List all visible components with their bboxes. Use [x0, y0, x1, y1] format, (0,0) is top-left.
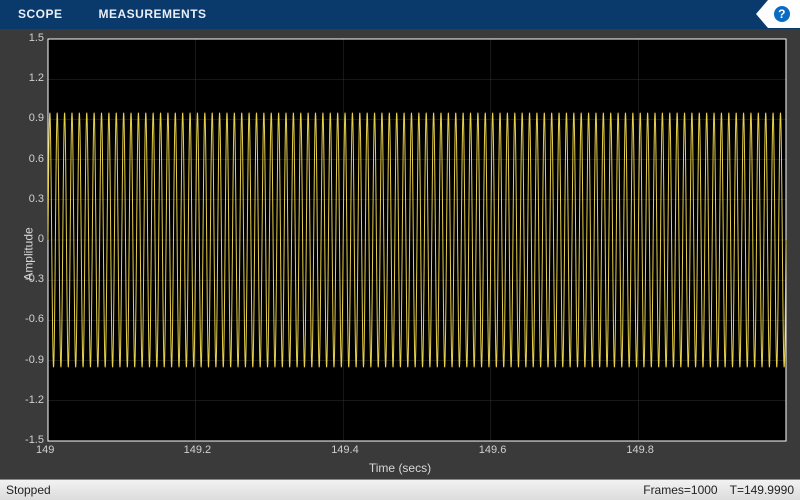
ytick: -1.2: [25, 394, 44, 406]
ytick: 0.9: [29, 112, 44, 124]
ytick: 0.3: [29, 193, 44, 205]
ytick: -0.9: [25, 354, 44, 366]
scope-window: SCOPE MEASUREMENTS ? Amplitude Time (sec…: [0, 0, 800, 500]
help-button[interactable]: ?: [756, 0, 800, 28]
status-left: Stopped: [6, 483, 51, 497]
chart-canvas: [0, 29, 800, 481]
statusbar: Stopped Frames=1000 T=149.9990: [0, 479, 800, 500]
plot-area[interactable]: Amplitude Time (secs) -1.5-1.2-0.9-0.6-0…: [0, 29, 800, 479]
xtick: 149.4: [331, 444, 359, 456]
titlebar: SCOPE MEASUREMENTS ?: [0, 0, 800, 29]
xtick: 149.8: [626, 444, 654, 456]
ytick: 0: [38, 233, 44, 245]
status-frames: Frames=1000: [643, 483, 717, 497]
ytick: -0.6: [25, 313, 44, 325]
tab-measurements[interactable]: MEASUREMENTS: [81, 0, 225, 28]
ytick: -0.3: [25, 273, 44, 285]
tab-scope[interactable]: SCOPE: [0, 0, 81, 28]
xtick: 149.2: [184, 444, 212, 456]
xtick: 149.6: [479, 444, 507, 456]
ytick: 1.5: [29, 32, 44, 44]
ytick: 1.2: [29, 72, 44, 84]
signal-trace: [48, 113, 786, 368]
help-icon: ?: [778, 7, 786, 21]
xtick: 149: [36, 444, 54, 456]
status-time: T=149.9990: [730, 483, 794, 497]
ytick: 0.6: [29, 153, 44, 165]
